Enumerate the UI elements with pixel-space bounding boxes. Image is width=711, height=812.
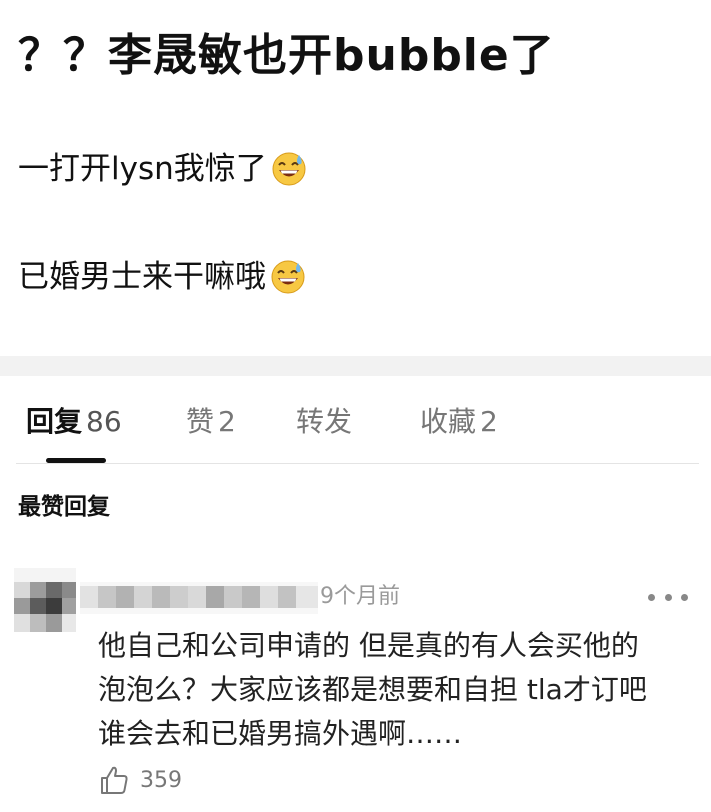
tab-replies[interactable]: 回复 86 <box>26 402 122 442</box>
tabs-divider <box>16 463 699 464</box>
section-divider <box>0 356 711 376</box>
comment-timestamp: 9个月前 <box>320 584 400 609</box>
tab-favorites[interactable]: 收藏 2 <box>420 402 498 442</box>
post-title: ？？李晟敏也开bubble了 <box>18 30 555 81</box>
like-button[interactable]: 359 <box>98 762 182 798</box>
post-line-text: 已婚男士来干嘛哦 <box>18 259 266 295</box>
post-line-1: 一打开lysn我惊了 <box>18 148 307 190</box>
tab-label: 转发 <box>296 405 353 438</box>
tab-count: 86 <box>86 405 122 438</box>
tab-likes[interactable]: 赞2 <box>186 402 236 442</box>
tab-count: 2 <box>218 405 236 438</box>
grinning-sweat-emoji-icon <box>272 152 306 186</box>
tab-reposts[interactable]: 转发 <box>296 402 352 442</box>
comment-line: 谁会去和已婚男搞外遇啊…… <box>98 717 463 750</box>
comment-text: 他自己和公司申请的 但是真的有人会买他的 泡泡么？大家应该都是想要和自担 tla… <box>98 624 698 756</box>
section-title: 最赞回复 <box>18 494 110 520</box>
username-blurred[interactable] <box>80 582 318 614</box>
tab-label: 赞 <box>186 405 215 438</box>
comment-line: 泡泡么？大家应该都是想要和自担 tla才订吧 <box>98 673 647 706</box>
thumbs-up-icon <box>101 766 128 794</box>
more-dots-icon <box>664 593 672 601</box>
pixelated-avatar-icon <box>14 568 76 632</box>
comment-card: 9个月前 他自己和公司申请的 但是真的有人会买他的 泡泡么？大家应该都是想要和自… <box>0 568 711 812</box>
avatar[interactable] <box>14 568 76 632</box>
tab-label: 收藏 <box>420 405 477 438</box>
tab-count: 2 <box>480 405 498 438</box>
post-line-2: 已婚男士来干嘛哦 <box>18 256 306 298</box>
like-count: 359 <box>140 767 182 793</box>
tab-label: 回复 <box>26 405 83 438</box>
pixelated-username-icon <box>80 582 318 614</box>
more-button[interactable] <box>648 582 688 612</box>
more-dots-icon <box>681 593 688 601</box>
more-dots-icon <box>648 593 655 601</box>
post-line-text: 一打开lysn我惊了 <box>18 151 267 187</box>
comment-line: 他自己和公司申请的 但是真的有人会买他的 <box>98 629 639 662</box>
tab-bar: 回复 86 赞2 转发 收藏 2 <box>0 392 711 464</box>
grinning-sweat-emoji-icon <box>271 260 305 294</box>
